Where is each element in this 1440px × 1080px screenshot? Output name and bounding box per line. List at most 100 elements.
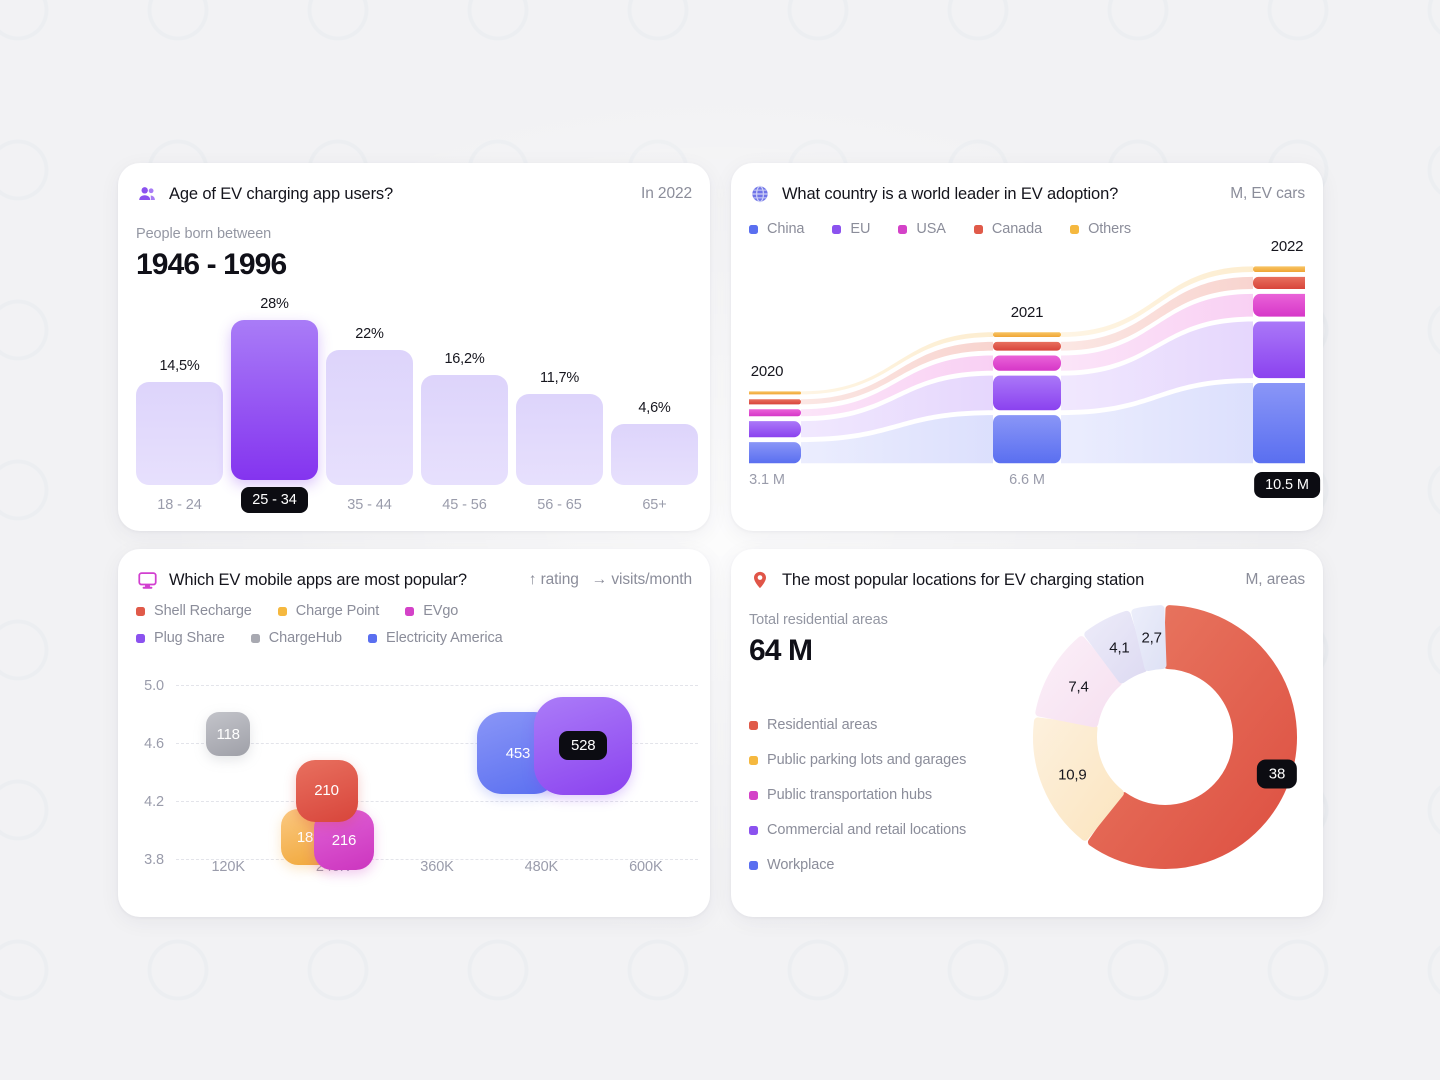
bar-rect[interactable]: [326, 350, 413, 485]
bar-rect[interactable]: [231, 320, 318, 480]
legend-dot-icon: [368, 633, 378, 643]
legend-item-charge-point[interactable]: Charge Point: [277, 603, 380, 619]
legend-dot-icon: [749, 224, 758, 234]
legend-label: Public transportation hubs: [767, 787, 933, 803]
legend-dot-icon: [136, 606, 145, 616]
bar-category-label: 65+: [642, 497, 667, 513]
bar-category-label: 56 - 65: [537, 497, 582, 513]
donut-value-label: 10,9: [1058, 766, 1087, 784]
grid-line: 4.2: [144, 794, 698, 810]
bar-rect[interactable]: [611, 423, 698, 485]
bar-value-label: 28%: [260, 296, 289, 312]
bar-rect[interactable]: [136, 381, 223, 485]
scatter-bubble[interactable]: 118: [206, 712, 251, 757]
card-unit: In 2022: [640, 185, 692, 202]
grid-line: 5.0: [144, 678, 698, 694]
legend-label: EU: [850, 221, 871, 237]
legend-item-workplace[interactable]: Workplace: [749, 857, 834, 873]
bar-category-label: 45 - 56: [442, 497, 487, 513]
flow-total-label: 6.6 M: [1009, 471, 1045, 488]
bar-column[interactable]: 4,6% 65+: [611, 400, 698, 513]
apps-legend: Shell Recharge Charge Point EVgo Plug Share…: [136, 603, 676, 657]
scatter-bubble[interactable]: 528: [534, 696, 633, 795]
legend-item-public-parking-lots-and-garages[interactable]: Public parking lots and garages: [749, 752, 966, 768]
legend-item-residential-areas[interactable]: Residential areas: [749, 717, 877, 733]
legend-item-electricity-america[interactable]: Electricity America: [368, 630, 503, 646]
x-axis-tick: 360K: [420, 859, 454, 875]
legend-label: Residential areas: [767, 717, 878, 733]
legend-dot-icon: [277, 606, 287, 616]
bar-rect[interactable]: [516, 393, 603, 485]
card-title: Age of EV charging app users?: [169, 184, 394, 203]
locations-donut-chart: 38 10,9 7,4 4,1 2,7: [1015, 587, 1315, 887]
x-axis-tick: 480K: [524, 859, 559, 875]
plot-area: 3.84.24.65.0120K240K360K480K600K11818921…: [144, 678, 698, 875]
bar-column[interactable]: 22% 35 - 44: [326, 326, 413, 513]
card-header: Age of EV charging app users? In 2022: [136, 181, 692, 207]
legend-item-plug-share[interactable]: Plug Share: [136, 630, 225, 646]
bar-column[interactable]: 11,7% 56 - 65: [516, 370, 603, 513]
legend-label: EVgo: [423, 603, 459, 619]
legend-item-others[interactable]: Others: [1070, 221, 1131, 237]
card-title: What country is a world leader in EV ado…: [782, 184, 1119, 203]
card-age-distribution: Age of EV charging app users? In 2022 Pe…: [118, 163, 710, 531]
locations-sub-label: Total residential areas: [749, 612, 888, 628]
legend-item-public-transportation-hubs[interactable]: Public transportation hubs: [749, 787, 932, 803]
bar-rect[interactable]: [421, 374, 508, 485]
bar-column[interactable]: 16,2% 45 - 56: [421, 351, 508, 513]
legend-dot-icon: [136, 633, 145, 643]
globe-icon: [749, 183, 771, 205]
y-axis-tick: 4.2: [144, 794, 164, 810]
card-header: What country is a world leader in EV ado…: [749, 181, 1305, 207]
donut-value-label: 7,4: [1068, 678, 1089, 696]
bar-category-label: 18 - 24: [157, 497, 202, 513]
legend-label: Charge Point: [295, 603, 380, 619]
legend-item-shell-recharge[interactable]: Shell Recharge: [136, 603, 252, 619]
map-pin-icon: [749, 569, 771, 591]
legend-label: USA: [916, 221, 946, 237]
legend-label: Workplace: [767, 857, 835, 873]
legend-dot-icon: [749, 755, 758, 765]
legend-dot-icon: [973, 224, 983, 234]
flow-year-label: 2022: [1270, 238, 1304, 256]
card-country-adoption: What country is a world leader in EV ado…: [731, 163, 1323, 531]
scatter-bubble[interactable]: 210: [295, 759, 358, 822]
flow-total-label: 3.1 M: [749, 471, 785, 488]
legend-item-chargehub[interactable]: ChargeHub: [250, 630, 342, 646]
age-birth-range: 1946 - 1996: [136, 248, 287, 281]
legend-item-usa[interactable]: USA: [898, 221, 946, 237]
legend-dot-icon: [898, 224, 908, 234]
bubble-value-label: 210: [314, 782, 339, 800]
age-sub-label: People born between: [136, 226, 272, 242]
y-axis-tick: 5.0: [144, 678, 164, 694]
legend-dot-icon: [749, 825, 758, 835]
y-axis-tick: 4.6: [144, 736, 164, 752]
legend-dot-icon: [749, 790, 758, 800]
legend-dot-icon: [832, 224, 842, 234]
card-charging-locations: The most popular locations for EV chargi…: [731, 549, 1323, 917]
card-unit: M, EV cars: [1230, 185, 1305, 202]
donut-value-label: 38: [1256, 759, 1298, 789]
legend-dot-icon: [749, 720, 758, 730]
legend-label: Canada: [991, 221, 1043, 237]
legend-label: Shell Recharge: [154, 603, 252, 619]
bar-value-label: 14,5%: [159, 357, 200, 374]
bar-category-label: 25 - 34: [241, 487, 308, 513]
unit-visits: → visits/month: [591, 571, 692, 588]
legend-dot-icon: [1070, 224, 1080, 234]
legend-label: Commercial and retail locations: [767, 822, 967, 838]
bar-column[interactable]: 28% 25 - 34: [231, 296, 318, 513]
bar-column[interactable]: 14,5% 18 - 24: [136, 358, 223, 513]
donut-value-label: 4,1: [1109, 639, 1130, 657]
bubble-value-badge: 528: [558, 731, 608, 761]
legend-label: Public parking lots and garages: [767, 752, 967, 768]
card-popular-apps: Which EV mobile apps are most popular? ↑…: [118, 549, 710, 917]
legend-item-canada[interactable]: Canada: [973, 221, 1043, 237]
legend-item-commercial-and-retail-locations[interactable]: Commercial and retail locations: [749, 822, 966, 838]
apps-scatter-chart: 3.84.24.65.0120K240K360K480K600K11818921…: [136, 677, 698, 899]
legend-label: Plug Share: [154, 630, 225, 646]
legend-item-evgo[interactable]: EVgo: [405, 603, 458, 619]
flow-total-label: 10.5 M: [1254, 471, 1320, 498]
legend-item-eu[interactable]: EU: [832, 221, 870, 237]
legend-item-china[interactable]: China: [749, 221, 804, 237]
